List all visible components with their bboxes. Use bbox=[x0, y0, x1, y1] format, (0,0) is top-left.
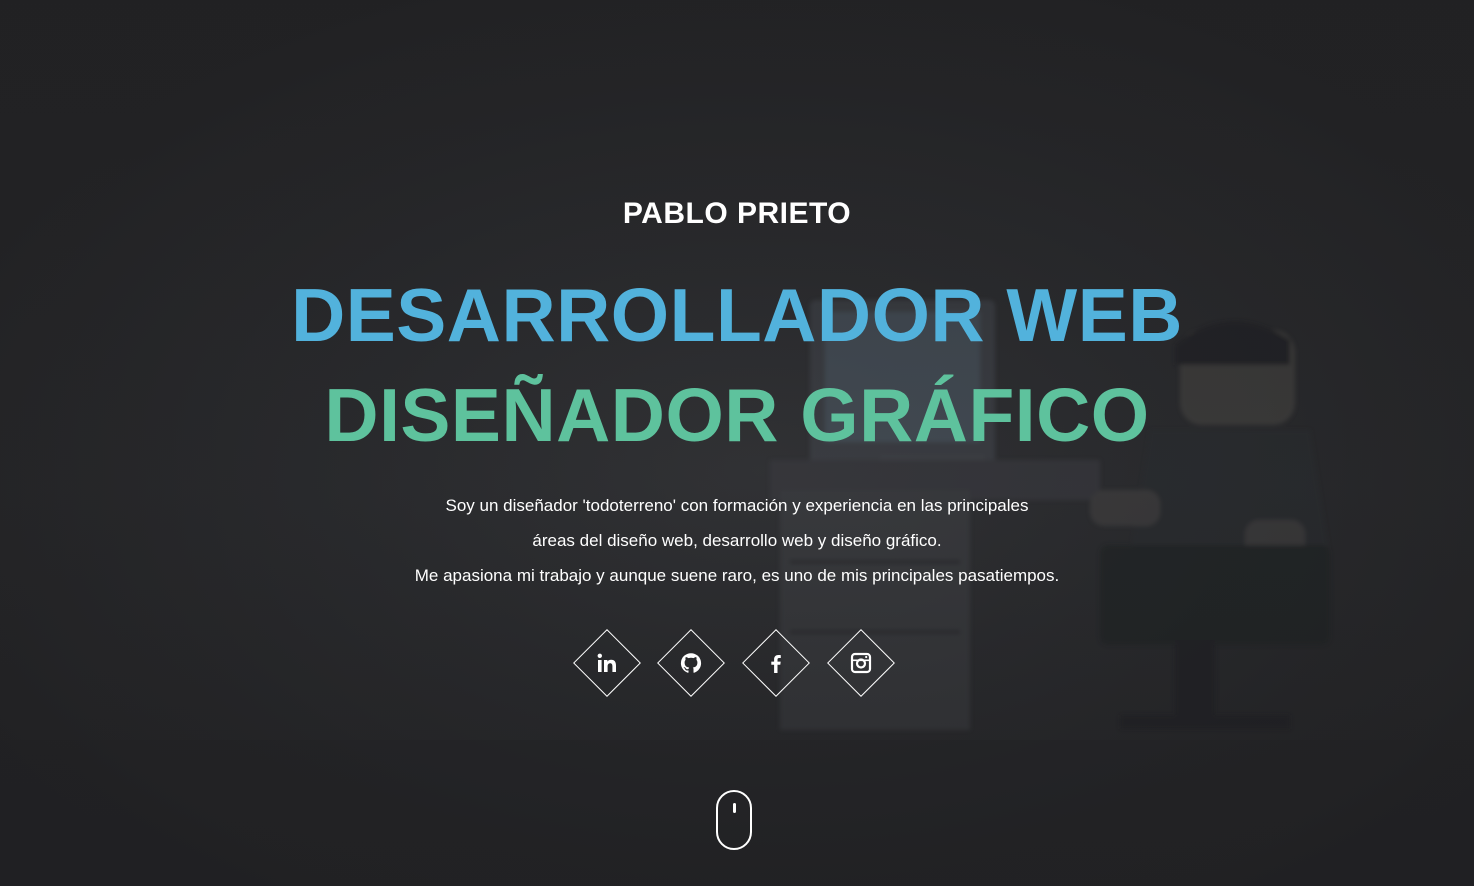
hero-description: Soy un diseñador 'todoterreno' con forma… bbox=[0, 488, 1474, 593]
hero-description-line: Soy un diseñador 'todoterreno' con forma… bbox=[445, 496, 1029, 515]
instagram-link[interactable] bbox=[827, 629, 895, 697]
hero-description-line: Me apasiona mi trabajo y aunque suene ra… bbox=[414, 566, 1060, 585]
github-link[interactable] bbox=[657, 629, 725, 697]
social-links bbox=[0, 629, 1474, 699]
linkedin-icon bbox=[597, 653, 616, 672]
linkedin-link[interactable] bbox=[573, 629, 641, 697]
hero-description-line: áreas del diseño web, desarrollo web y d… bbox=[532, 531, 942, 550]
hero-name: PABLO PRIETO bbox=[622, 197, 852, 230]
instagram-icon bbox=[850, 652, 872, 674]
github-icon bbox=[680, 653, 702, 673]
hero-section: PABLO PRIETO DESARROLLADOR WEB DISEÑADOR… bbox=[0, 0, 1474, 886]
mouse-scroll-icon[interactable] bbox=[716, 790, 752, 850]
hero-title-web-developer: DESARROLLADOR WEB bbox=[291, 273, 1183, 357]
mouse-wheel bbox=[732, 803, 736, 813]
facebook-link[interactable] bbox=[742, 629, 810, 697]
facebook-icon bbox=[771, 655, 781, 673]
hero-title-graphic-designer: DISEÑADOR GRÁFICO bbox=[324, 373, 1150, 457]
